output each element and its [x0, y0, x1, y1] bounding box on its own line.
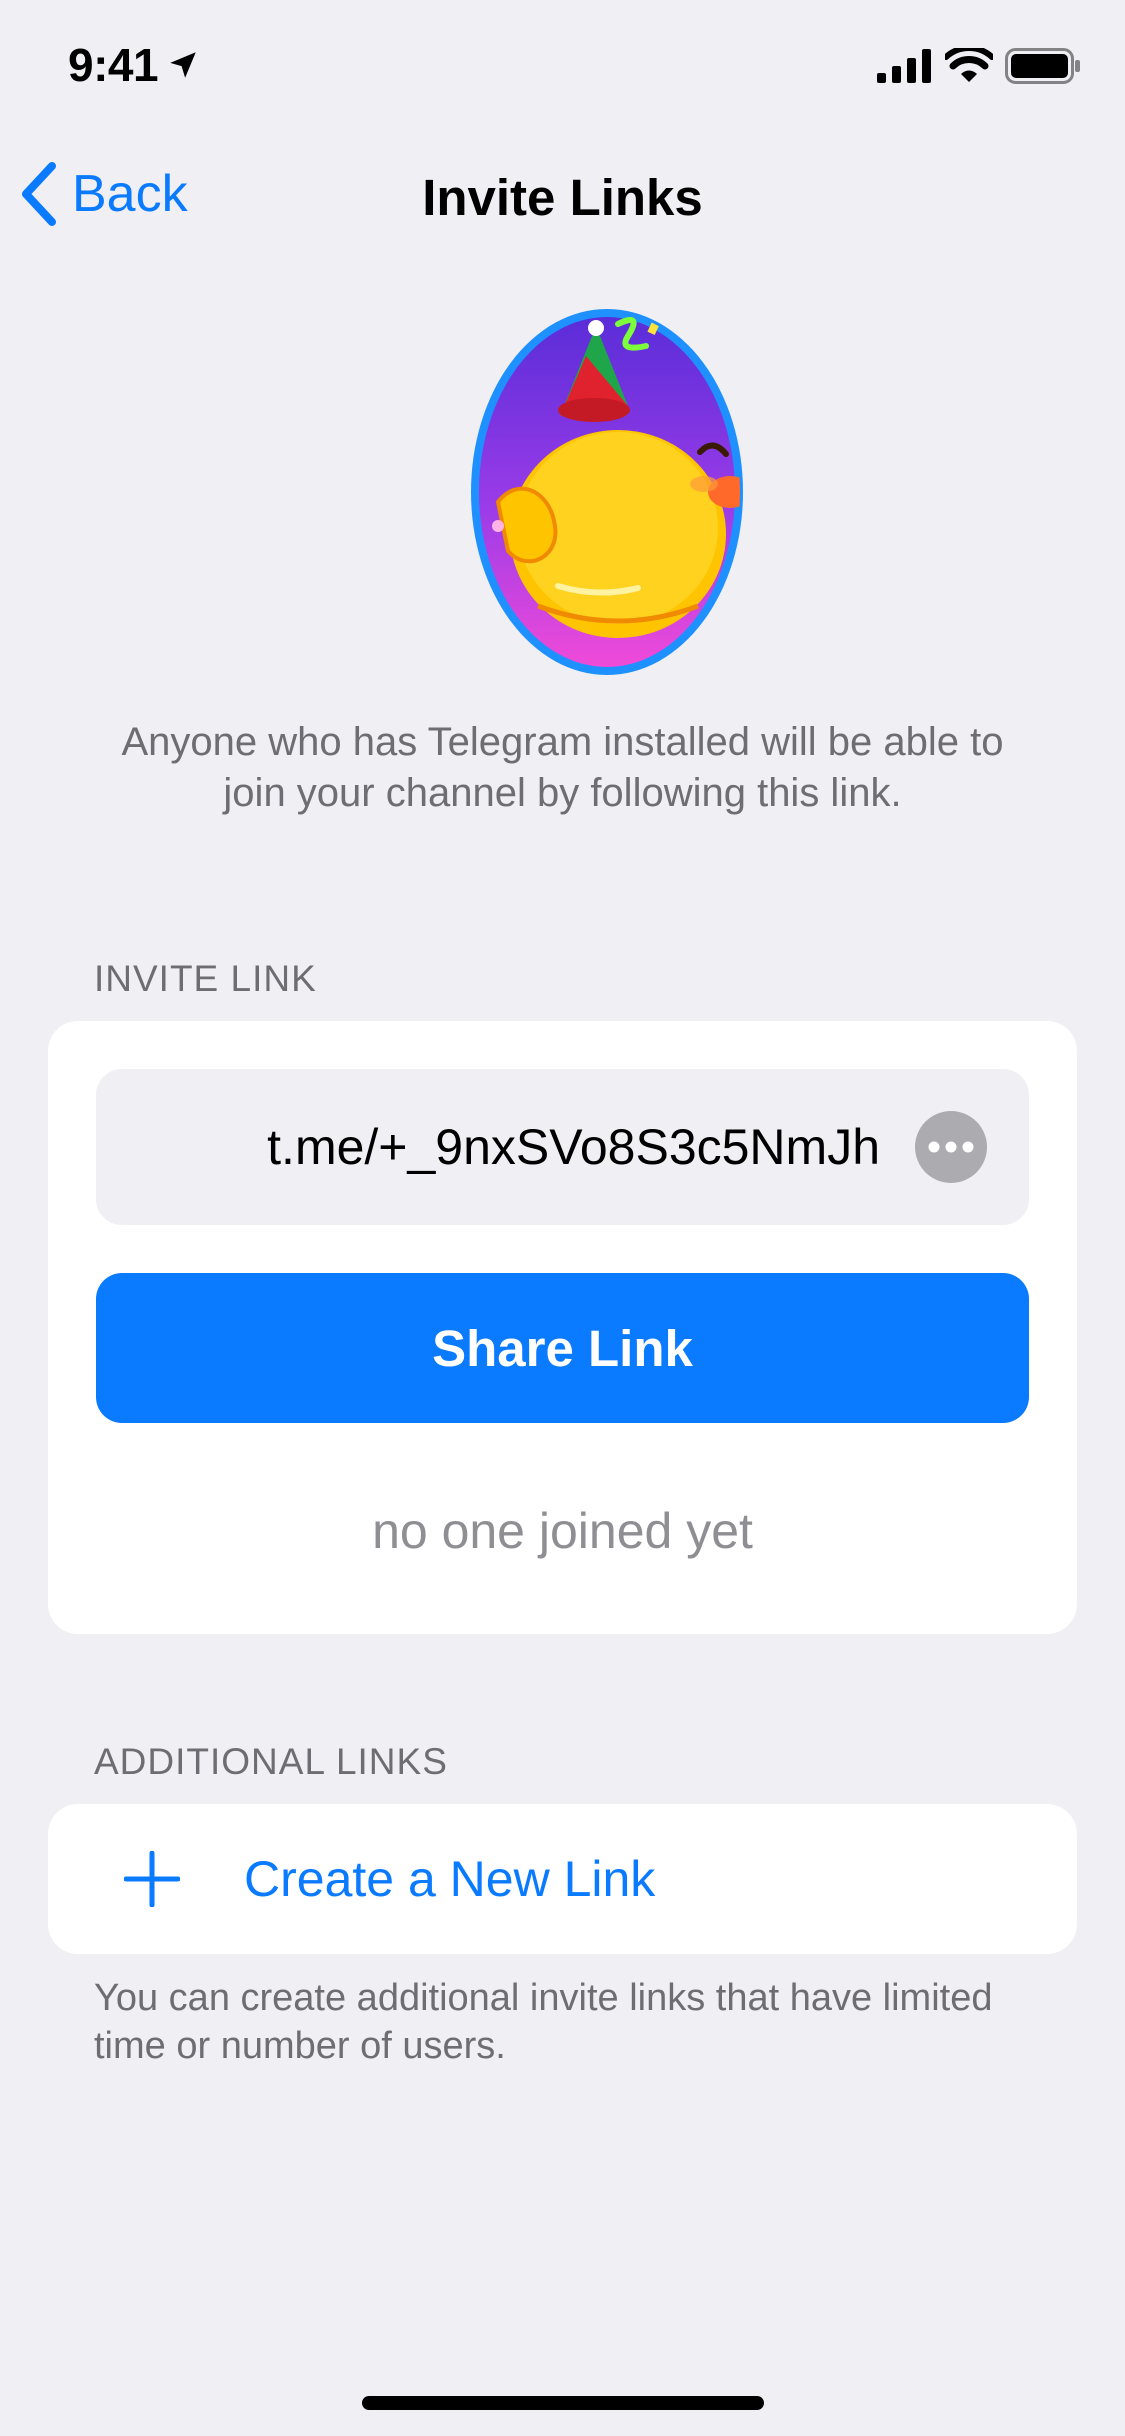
home-indicator[interactable]	[362, 2396, 764, 2410]
invite-description: Anyone who has Telegram installed will b…	[121, 720, 1004, 815]
location-arrow-icon	[170, 52, 196, 78]
cellular-signal-icon	[877, 49, 931, 83]
ellipsis-icon	[928, 1141, 974, 1153]
wifi-icon	[945, 48, 993, 82]
clock-text: 9:41	[68, 39, 159, 91]
invite-link-text[interactable]: t.me/+_9nxSVo8S3c5NmJh	[150, 1069, 880, 1225]
page-title: Invite Links	[422, 169, 703, 226]
joined-status: no one joined yet	[372, 1503, 753, 1559]
additional-links-footer: You can create additional invite links t…	[94, 1977, 993, 2067]
party-duck-sticker	[471, 309, 743, 675]
battery-icon	[1005, 48, 1080, 84]
status-bar-indicators	[877, 48, 1081, 84]
more-options-button[interactable]	[915, 1111, 987, 1183]
create-new-link-label: Create a New Link	[244, 1851, 656, 1907]
invite-link-section-header: INVITE LINK	[94, 958, 317, 999]
create-new-link-button[interactable]: Create a New Link	[48, 1804, 1077, 1954]
plus-icon	[124, 1851, 180, 1907]
status-bar-time: 9:41	[68, 38, 200, 92]
additional-links-section-header: ADDITIONAL LINKS	[94, 1741, 448, 1782]
share-link-button[interactable]: Share Link	[96, 1273, 1029, 1423]
